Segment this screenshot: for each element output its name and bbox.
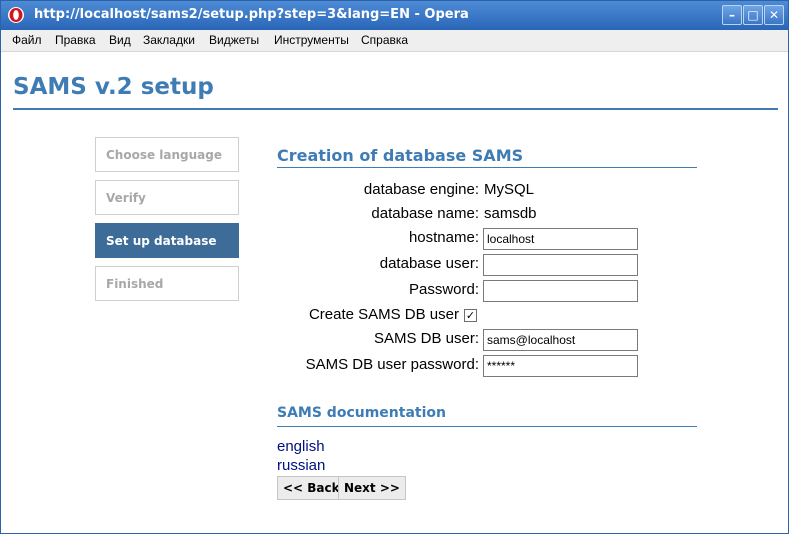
hostname-input[interactable]	[483, 228, 638, 250]
docs-heading-rule	[277, 426, 697, 427]
doc-link-english[interactable]: english	[277, 438, 325, 455]
menu-edit[interactable]: Правка	[55, 33, 96, 47]
close-button[interactable]: ✕	[764, 5, 784, 25]
title-bar[interactable]: http://localhost/sams2/setup.php?step=3&…	[1, 1, 788, 30]
menu-help[interactable]: Справка	[361, 33, 408, 47]
menu-file[interactable]: Файл	[12, 33, 42, 47]
database-user-label: database user:	[379, 255, 479, 272]
doc-link-russian[interactable]: russian	[277, 457, 325, 474]
database-engine-label: database engine:	[363, 181, 479, 198]
sams-db-password-label: SAMS DB user password:	[305, 356, 479, 373]
create-user-checkbox[interactable]: ✓	[464, 309, 477, 322]
title-divider	[13, 108, 778, 110]
back-button[interactable]: << Back	[277, 476, 346, 500]
form-heading-rule	[277, 167, 697, 168]
menu-bar: Файл Правка Вид Закладки Виджеты Инструм…	[1, 30, 788, 52]
docs-heading: SAMS documentation	[277, 405, 446, 421]
window-title: http://localhost/sams2/setup.php?step=3&…	[34, 7, 469, 22]
sams-db-user-label: SAMS DB user:	[373, 330, 479, 347]
form-heading: Creation of database SAMS	[277, 146, 524, 165]
browser-window: http://localhost/sams2/setup.php?step=3&…	[0, 0, 789, 534]
next-button[interactable]: Next >>	[338, 476, 406, 500]
checkmark-icon: ✓	[465, 309, 476, 322]
page-content: SAMS v.2 setup Choose language Verify re…	[1, 52, 788, 533]
hostname-label: hostname:	[408, 229, 479, 246]
database-name-label: database name:	[371, 205, 479, 222]
database-name-value: samsdb	[484, 205, 537, 222]
step-set-up-database: Set up database	[95, 223, 239, 258]
page-title: SAMS v.2 setup	[13, 74, 214, 100]
password-input[interactable]	[483, 280, 638, 302]
step-choose-language: Choose language	[95, 137, 239, 172]
step-finished: Finished	[95, 266, 239, 301]
create-user-label: Create SAMS DB user	[308, 306, 459, 323]
menu-tools[interactable]: Инструменты	[274, 33, 349, 47]
sams-db-password-input[interactable]	[483, 355, 638, 377]
step-verify-requirements: Verify requirements	[95, 180, 239, 240]
menu-view[interactable]: Вид	[109, 33, 131, 47]
sams-db-user-input[interactable]	[483, 329, 638, 351]
database-engine-value: MySQL	[484, 181, 535, 198]
opera-logo-icon	[7, 6, 25, 24]
database-user-input[interactable]	[483, 254, 638, 276]
minimize-button[interactable]: –	[722, 5, 742, 25]
menu-widgets[interactable]: Виджеты	[209, 33, 259, 47]
maximize-button[interactable]: □	[743, 5, 763, 25]
password-label: Password:	[408, 281, 479, 298]
menu-bookmarks[interactable]: Закладки	[143, 33, 195, 47]
